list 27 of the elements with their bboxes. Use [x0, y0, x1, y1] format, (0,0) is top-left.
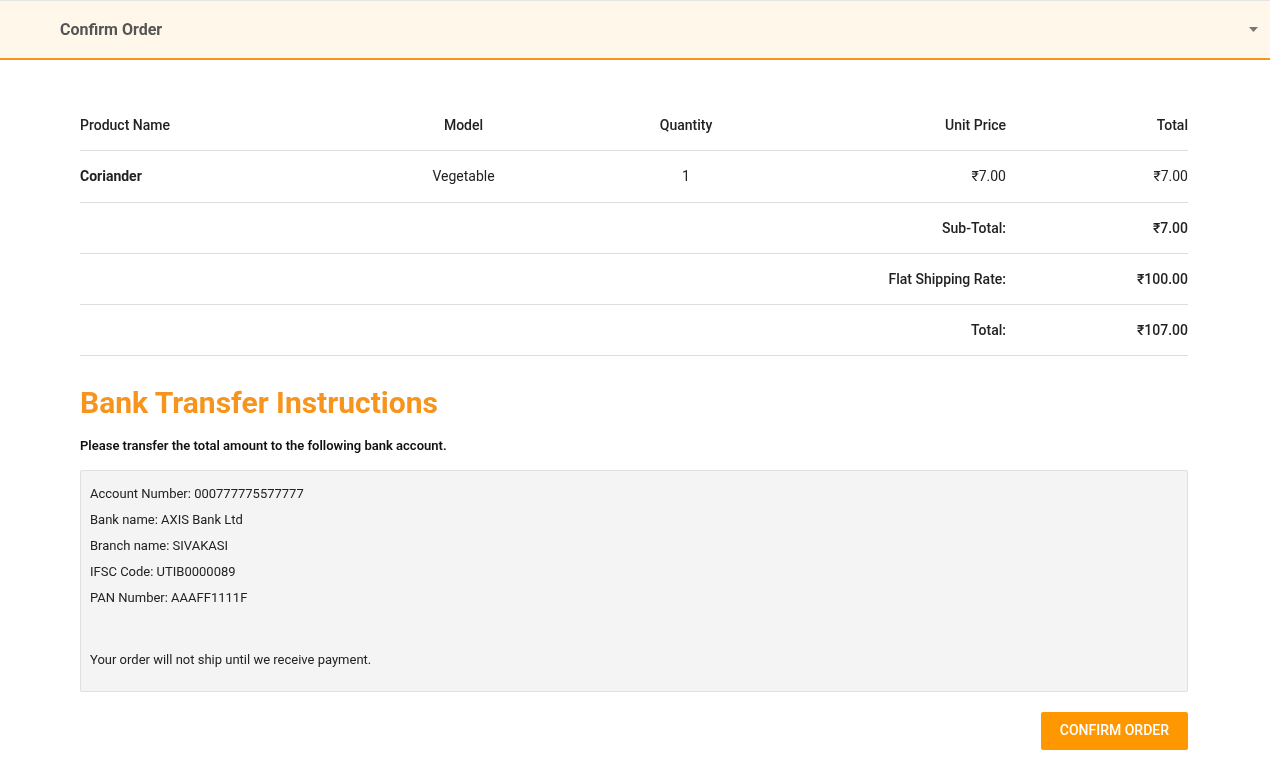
table-cell-text: ₹7.00: [1152, 167, 1188, 186]
column-header: Total: [1155, 115, 1188, 135]
table-cell-text: Vegetable: [431, 167, 496, 186]
bank-detail-line: Branch name: SIVAKASI: [90, 536, 230, 555]
total-label: Flat Shipping Rate:: [887, 269, 1006, 289]
instructions-text: Please transfer the total amount to the following bank account.: [80, 437, 448, 455]
bank-detail-line: PAN Number: AAAFF1111F: [90, 588, 249, 607]
column-header: Model: [442, 115, 485, 135]
bank-detail-line: Bank name: AXIS Bank Ltd: [90, 510, 244, 529]
section-heading: Bank Transfer Instructions: [80, 384, 439, 422]
panel-title: Confirm Order: [60, 18, 163, 41]
total-value: ₹7.00: [1151, 218, 1188, 238]
panel-header[interactable]: Confirm Order: [0, 0, 1270, 60]
bank-detail-line: IFSC Code: UTIB0000089: [90, 562, 237, 581]
total-label: Sub-Total:: [941, 218, 1006, 238]
payment-notice: Your order will not ship until we receive payment.: [90, 650, 373, 669]
total-value: ₹107.00: [1136, 320, 1188, 340]
column-header: Unit Price: [944, 115, 1006, 135]
caret-icon: [1249, 27, 1258, 32]
table-cell-text: 1: [681, 167, 691, 186]
total-label: Total:: [970, 320, 1006, 340]
column-header: Product Name: [80, 115, 171, 135]
column-header: Quantity: [658, 115, 714, 135]
bank-detail-line: Account Number: 000777775577777: [90, 484, 305, 503]
table-cell-text: ₹7.00: [970, 167, 1006, 186]
table-cell-text: Coriander: [80, 167, 143, 186]
total-value: ₹100.00: [1136, 269, 1188, 289]
